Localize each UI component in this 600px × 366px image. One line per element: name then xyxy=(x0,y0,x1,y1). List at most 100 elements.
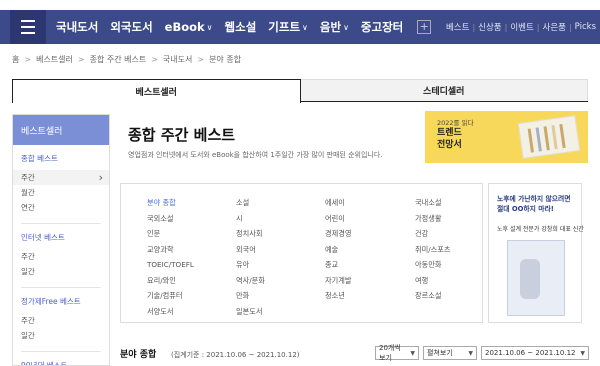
category-box: 분야 종합 소설 에세이 국내소설국외소설 시 어린이 가정생활인문 정치사회 경제경영 건강교양… xyxy=(120,183,483,323)
category-link[interactable]: 서양도서 xyxy=(147,307,236,323)
date-range-select[interactable]: 2021.10.06 ~ 2021.10.12 ▼ xyxy=(481,346,589,360)
category-link[interactable]: 아동만화 xyxy=(415,260,485,276)
category-link[interactable]: 종교 xyxy=(325,260,415,276)
ad-headline: 노후에 가난하지 않으려면 절대 OO하지 마라! xyxy=(497,195,571,213)
nav-item-label: 음반 xyxy=(319,20,342,34)
nav-item[interactable]: eBook ∨ xyxy=(165,20,213,34)
category-link[interactable]: TOEIC/TOEFL xyxy=(147,260,236,276)
category-link[interactable]: 예술 xyxy=(325,245,415,261)
category-link[interactable]: 가정생활 xyxy=(415,214,485,230)
sidebar-item-label: 일간 xyxy=(21,267,35,276)
nav-item-label: 중고장터 xyxy=(360,20,404,34)
nav-item[interactable]: 중고장터 xyxy=(361,19,403,35)
separator: | xyxy=(568,22,572,32)
breadcrumb-separator-icon: > xyxy=(77,54,85,64)
tab-bar: 베스트셀러 스테디셀러 xyxy=(12,79,588,103)
nav-right-link[interactable]: 사은품 xyxy=(543,21,566,33)
promo-banner[interactable]: 2022를 읽다 트렌드 전망서 xyxy=(425,111,588,163)
menu-icon[interactable] xyxy=(10,10,46,44)
sidebar-item[interactable]: 주간 xyxy=(21,249,109,264)
nav-right-links: 베스트 | 신상품 | 이벤트 | 사은품 | Picks xyxy=(446,10,596,44)
nav-item-label: 웹소설 xyxy=(224,20,257,34)
category-link[interactable]: 일본도서 xyxy=(236,307,325,323)
category-link[interactable]: 교양과학 xyxy=(147,245,236,261)
sidebar-header: 베스트셀러 xyxy=(13,115,109,145)
sidebar-item[interactable]: 연간 xyxy=(21,200,109,215)
sidebar-group-title[interactable]: 인터넷 베스트 xyxy=(21,232,109,243)
category-link[interactable]: 장르소설 xyxy=(415,291,485,307)
chevron-down-icon: ∨ xyxy=(302,22,308,32)
category-link[interactable]: 역사/문화 xyxy=(236,276,325,292)
banner-book-image xyxy=(517,115,581,159)
category-link[interactable]: 만화 xyxy=(236,291,325,307)
category-link[interactable]: 에세이 xyxy=(325,198,415,214)
sidebar-group: 정가제Free 베스트주간 일간 xyxy=(13,288,109,352)
date-range-label: 2021.10.06 ~ 2021.10.12 xyxy=(485,349,576,357)
view-count-label: 20개씩 보기 xyxy=(379,344,401,362)
nav-item[interactable]: 외국도서 xyxy=(110,19,152,35)
sidebar-item-label: 주간 xyxy=(21,252,35,261)
sidebar-item-label: 연간 xyxy=(21,203,35,212)
chevron-down-icon: ∨ xyxy=(206,22,213,32)
breadcrumb-item[interactable]: 종합 주간 베스트 xyxy=(90,54,147,65)
category-link[interactable]: 취미/스포츠 xyxy=(415,245,485,261)
sidebar-item[interactable]: 일간 xyxy=(21,328,109,343)
category-link[interactable]: 정치사회 xyxy=(236,229,325,245)
nav-item[interactable]: 웹소설 xyxy=(225,19,257,35)
category-link[interactable]: 분야 종합 xyxy=(147,198,236,214)
section-title: 분야 종합 xyxy=(120,350,157,360)
nav-right-link[interactable]: 신상품 xyxy=(478,21,501,33)
category-link[interactable]: 요리/와인 xyxy=(147,276,236,292)
nav-right-link[interactable]: Picks xyxy=(575,22,596,32)
sidebar-group: 인터넷 베스트주간일간 xyxy=(13,224,109,288)
nav-item-label: 외국도서 xyxy=(110,20,153,34)
breadcrumb-item[interactable]: 분야 종합 xyxy=(209,54,241,65)
breadcrumb-separator-icon: > xyxy=(24,54,32,64)
nav-right-link[interactable]: 베스트 xyxy=(446,21,469,33)
category-link[interactable]: 기술/컴퓨터 xyxy=(147,291,236,307)
breadcrumb-item[interactable]: 국내도서 xyxy=(163,54,192,65)
sidebar-item-label: 주간 xyxy=(21,173,35,182)
category-link[interactable]: 청소년 xyxy=(325,291,415,307)
category-link[interactable]: 자기계발 xyxy=(325,276,415,292)
category-link[interactable]: 소설 xyxy=(236,198,325,214)
tab-steadyseller[interactable]: 스테디셀러 xyxy=(300,79,588,101)
sidebar-group: 종합 베스트주간 › 월간연간 xyxy=(13,145,109,224)
category-link[interactable]: 국외소설 xyxy=(147,214,236,230)
category-link[interactable]: 유아 xyxy=(236,260,325,276)
sidebar-group-title[interactable]: 정가제Free 베스트 xyxy=(21,296,109,307)
category-link[interactable]: 외국어 xyxy=(236,245,325,261)
breadcrumb: 홈 > 베스트셀러 > 종합 주간 베스트 > 국내도서 > 분야 종합 xyxy=(12,52,241,66)
nav-item[interactable]: 기프트 ∨ xyxy=(268,19,308,35)
banner-small-text: 2022를 읽다 xyxy=(437,119,474,127)
nav-item-label: 기프트 xyxy=(268,20,301,34)
tab-bestseller[interactable]: 베스트셀러 xyxy=(12,79,301,103)
plus-icon[interactable]: + xyxy=(417,20,432,34)
breadcrumb-item[interactable]: 홈 xyxy=(12,54,19,65)
category-link[interactable]: 시 xyxy=(236,214,325,230)
page-description: 영업점과 인터넷에서 도서와 eBook을 합산하여 1주일간 가장 많이 판매… xyxy=(128,151,383,159)
nav-right-link[interactable]: 이벤트 xyxy=(510,21,533,33)
category-link[interactable]: 경제경영 xyxy=(325,229,415,245)
sidebar-item[interactable]: 주간 xyxy=(21,313,109,328)
nav-item[interactable]: 음반 ∨ xyxy=(320,19,349,35)
category-link[interactable]: 국내소설 xyxy=(415,198,485,214)
sidebar-group: 90년대 베스트 xyxy=(13,352,109,365)
sidebar-item[interactable]: 월간 xyxy=(21,185,109,200)
sidebar-group-title[interactable]: 종합 베스트 xyxy=(21,153,109,164)
category-link[interactable]: 어린이 xyxy=(325,214,415,230)
category-link[interactable]: 여행 xyxy=(415,276,485,292)
sidebar-item[interactable]: 일간 xyxy=(21,264,109,279)
book-ad[interactable]: 노후에 가난하지 않으려면 절대 OO하지 마라! 노후 설계 전문가 강창희 대… xyxy=(488,183,584,323)
section-period: (집계기준 : 2021.10.06 ~ 2021.10.12) xyxy=(171,351,300,359)
view-count-select[interactable]: 20개씩 보기 ▼ xyxy=(375,344,419,362)
chevron-right-icon: › xyxy=(98,171,103,184)
sidebar-group-title[interactable]: 90년대 베스트 xyxy=(21,360,109,365)
category-link[interactable]: 인문 xyxy=(147,229,236,245)
sidebar-item[interactable]: 주간 › xyxy=(13,170,109,185)
category-link[interactable]: 건강 xyxy=(415,229,485,245)
breadcrumb-item[interactable]: 베스트셀러 xyxy=(36,54,73,65)
nav-item[interactable]: 국내도서 xyxy=(56,19,98,35)
expand-select[interactable]: 펼쳐보기 ▼ xyxy=(423,346,477,360)
top-nav: 국내도서 외국도서 eBook ∨ 웹소설 기프트 ∨ 음반 ∨ 중고장터 + 베스트 | 신상품 | 이… xyxy=(0,10,600,44)
